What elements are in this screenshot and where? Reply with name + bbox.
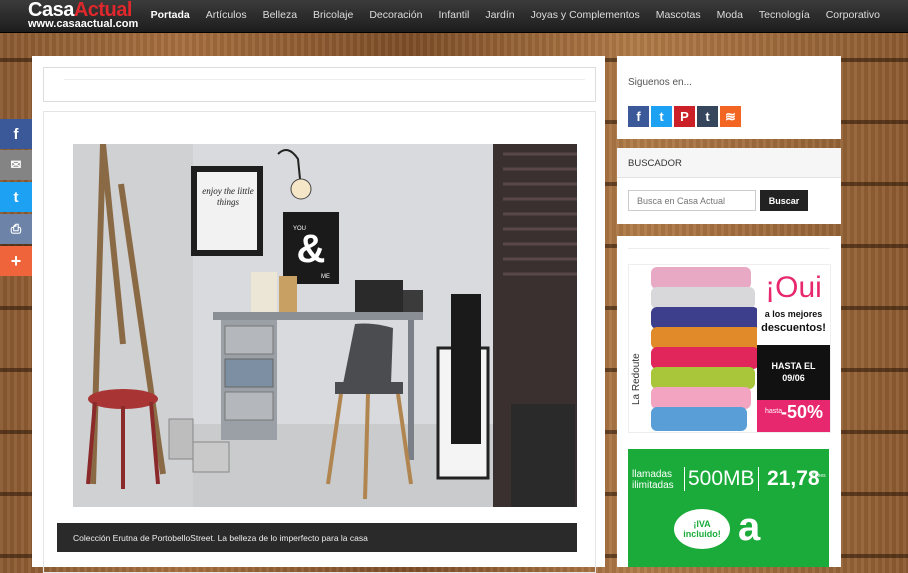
site-logo[interactable]: CasaActual www.casaactual.com: [28, 0, 138, 30]
poster-enjoy-text: enjoy the little things: [202, 186, 254, 207]
article-photo[interactable]: & YOU ME enjoy the little things: [73, 144, 577, 507]
nav-jardin[interactable]: Jardín: [477, 9, 522, 21]
tumblr-glyph: t: [705, 109, 710, 124]
follow-title: Siguenos en...: [628, 77, 692, 88]
nav-articulos[interactable]: Artículos: [198, 9, 255, 21]
twitter-glyph: t: [659, 109, 664, 124]
nav-moda[interactable]: Moda: [709, 9, 751, 21]
top-navigation-bar: CasaActual www.casaactual.com Portada Ar…: [0, 0, 908, 33]
logo-url: www.casaactual.com: [28, 18, 139, 30]
search-input[interactable]: [628, 190, 756, 211]
poster-ampersand: &: [297, 227, 326, 271]
pinterest-glyph: P: [680, 109, 689, 124]
ad-telecom[interactable]: llamadas ilimitadas 500MB 21,78 €/mes ¡I…: [628, 449, 829, 567]
tumblr-icon[interactable]: t: [697, 106, 718, 127]
facebook-icon[interactable]: f: [628, 106, 649, 127]
share-twitter-button[interactable]: t: [0, 182, 32, 212]
ad-la-redoute[interactable]: La Redoute ¡Oui a los mejores descuentos…: [628, 264, 831, 433]
ad1-discount-label: hasta: [765, 408, 783, 415]
ads-widget: La Redoute ¡Oui a los mejores descuentos…: [617, 236, 841, 567]
photo-illustration: & YOU ME: [73, 144, 577, 507]
poster-me-text: ME: [321, 274, 330, 280]
search-widget: BUSCADOR Buscar: [617, 148, 841, 224]
ad1-date1: HASTA EL: [771, 361, 816, 371]
twitter-icon[interactable]: t: [651, 106, 672, 127]
nav-mascotas[interactable]: Mascotas: [648, 9, 709, 21]
share-print-button[interactable]: ⎙: [0, 214, 32, 244]
pinterest-icon[interactable]: P: [674, 106, 695, 127]
nav-bricolaje[interactable]: Bricolaje: [305, 9, 361, 21]
nav-portada[interactable]: Portada: [143, 9, 198, 21]
plus-icon: +: [10, 250, 22, 271]
poster-you-text: YOU: [293, 226, 306, 232]
ad2-data: 500MB: [684, 467, 759, 491]
rss-glyph: ≋: [725, 108, 736, 124]
nav-joyas[interactable]: Joyas y Complementos: [523, 9, 648, 21]
rss-icon[interactable]: ≋: [720, 106, 741, 127]
article-title-box: [43, 67, 596, 102]
email-icon: ✉: [10, 157, 22, 172]
search-button[interactable]: Buscar: [760, 190, 808, 211]
ad2-iva-bubble: ¡IVA incluido!: [674, 509, 730, 549]
nav-infantil[interactable]: Infantil: [430, 9, 477, 21]
facebook-glyph: f: [636, 109, 641, 124]
nav-tecnologia[interactable]: Tecnología: [751, 9, 818, 21]
nav-corporativo[interactable]: Corporativo: [818, 9, 888, 21]
ad1-brand: La Redoute: [631, 353, 642, 405]
photo-caption: Colección Erutna de PortobelloStreet. La…: [57, 523, 577, 552]
twitter-icon: t: [13, 188, 19, 206]
ad1-headline: ¡Oui: [765, 271, 822, 304]
share-more-button[interactable]: +: [0, 246, 32, 276]
share-facebook-button[interactable]: f: [0, 119, 32, 149]
ad1-sub1: a los mejores: [764, 309, 823, 319]
ad2-price-unit: €/mes: [812, 473, 826, 479]
social-icons: f t P t ≋: [628, 106, 741, 127]
search-title: BUSCADOR: [628, 158, 682, 169]
ad2-line2: ilimitadas: [632, 480, 674, 491]
search-header: BUSCADOR: [617, 148, 841, 178]
print-icon: ⎙: [10, 221, 22, 236]
ad1-date2: 09/06: [782, 373, 805, 383]
main-content: & YOU ME enjoy the little things Colecci…: [32, 56, 605, 573]
main-nav: Portada Artículos Belleza Bricolaje Deco…: [143, 9, 888, 21]
nav-belleza[interactable]: Belleza: [255, 9, 305, 21]
nav-decoracion[interactable]: Decoración: [361, 9, 430, 21]
follow-widget: Siguenos en... f t P t ≋: [617, 56, 841, 139]
ad2-price: 21,78: [767, 467, 820, 490]
ad2-line1: llamadas: [632, 469, 673, 480]
share-email-button[interactable]: ✉: [0, 150, 32, 180]
ad2-calls: llamadas ilimitadas: [632, 469, 674, 491]
ad2-logo: a: [738, 505, 761, 549]
ad1-discount: -50%: [781, 402, 824, 422]
facebook-icon: f: [13, 125, 19, 143]
ad1-sub2: descuentos!: [761, 322, 826, 334]
